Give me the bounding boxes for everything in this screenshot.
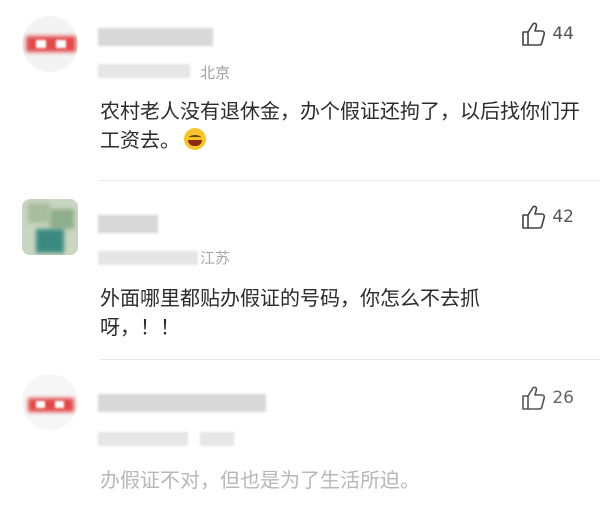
username[interactable] bbox=[98, 215, 158, 233]
location-label: 北京 bbox=[200, 64, 231, 82]
username[interactable] bbox=[98, 28, 213, 46]
thumbs-up-icon bbox=[522, 386, 546, 410]
like-count: 44 bbox=[552, 24, 574, 44]
like-button[interactable]: 42 bbox=[520, 203, 574, 231]
location-label: 江苏 bbox=[200, 249, 231, 267]
avatar[interactable] bbox=[22, 374, 78, 430]
timestamp bbox=[98, 251, 198, 265]
avatar[interactable] bbox=[22, 16, 78, 72]
like-button[interactable]: 26 bbox=[520, 384, 574, 412]
comment-item: 江苏 42 外面哪里都贴办假证的号码，你怎么不去抓呀，！！ bbox=[0, 181, 600, 359]
comment-item: 26 办假证不对，但也是为了生活所迫。 bbox=[0, 360, 600, 518]
timestamp bbox=[98, 64, 190, 78]
comment-item: 北京 44 农村老人没有退休金，办个假证还拘了，以后找你们开工资去。 bbox=[0, 0, 600, 180]
thumbs-up-icon bbox=[522, 22, 546, 46]
thumbs-up-icon bbox=[522, 205, 546, 229]
avatar[interactable] bbox=[22, 199, 78, 255]
username[interactable] bbox=[98, 394, 266, 412]
comment-text: 外面哪里都贴办假证的号码，你怎么不去抓呀，！！ bbox=[100, 286, 480, 339]
like-button[interactable]: 44 bbox=[520, 20, 574, 48]
like-count: 42 bbox=[552, 207, 574, 227]
crying-laughing-emoji-icon bbox=[184, 128, 206, 150]
location-label bbox=[200, 432, 234, 446]
comment-text: 农村老人没有退休金，办个假证还拘了，以后找你们开工资去。 bbox=[100, 99, 580, 152]
timestamp bbox=[98, 432, 188, 446]
like-count: 26 bbox=[552, 388, 574, 408]
comment-text: 办假证不对，但也是为了生活所迫。 bbox=[100, 468, 420, 492]
